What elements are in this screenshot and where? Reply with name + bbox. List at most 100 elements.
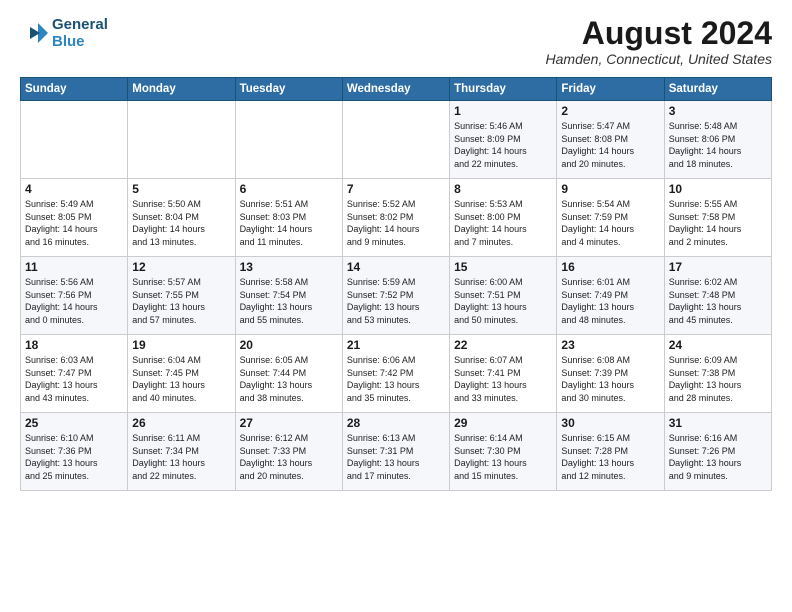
calendar-cell: 22Sunrise: 6:07 AMSunset: 7:41 PMDayligh… bbox=[450, 335, 557, 413]
calendar-page: General Blue August 2024 Hamden, Connect… bbox=[0, 0, 792, 501]
calendar-cell: 3 Sunrise: 5:48 AMSunset: 8:06 PMDaylight… bbox=[664, 101, 771, 179]
cell-content: Sunrise: 6:08 AMSunset: 7:39 PMDaylight:… bbox=[561, 354, 659, 404]
cell-content: Sunrise: 5:46 AMSunset: 8:09 PMDaylight:… bbox=[454, 120, 552, 170]
day-number: 5 bbox=[132, 182, 230, 196]
cell-content: Sunrise: 6:09 AMSunset: 7:38 PMDaylight:… bbox=[669, 354, 767, 404]
cell-content: Sunrise: 6:12 AMSunset: 7:33 PMDaylight:… bbox=[240, 432, 338, 482]
calendar-week-row: 1 Sunrise: 5:46 AMSunset: 8:09 PMDaylight… bbox=[21, 101, 772, 179]
day-number: 23 bbox=[561, 338, 659, 352]
weekday-header-wednesday: Wednesday bbox=[342, 78, 449, 101]
day-number: 1 bbox=[454, 104, 552, 118]
cell-content: Sunrise: 5:57 AMSunset: 7:55 PMDaylight:… bbox=[132, 276, 230, 326]
cell-content: Sunrise: 5:55 AMSunset: 7:58 PMDaylight:… bbox=[669, 198, 767, 248]
day-number: 21 bbox=[347, 338, 445, 352]
calendar-cell: 21Sunrise: 6:06 AMSunset: 7:42 PMDayligh… bbox=[342, 335, 449, 413]
day-number: 17 bbox=[669, 260, 767, 274]
weekday-header-tuesday: Tuesday bbox=[235, 78, 342, 101]
day-number: 14 bbox=[347, 260, 445, 274]
calendar-cell bbox=[235, 101, 342, 179]
calendar-cell: 29 Sunrise: 6:14 AMSunset: 7:30 PMDayligh… bbox=[450, 413, 557, 491]
month-year-title: August 2024 bbox=[546, 16, 772, 51]
weekday-header-saturday: Saturday bbox=[664, 78, 771, 101]
calendar-week-row: 4 Sunrise: 5:49 AMSunset: 8:05 PMDaylight… bbox=[21, 179, 772, 257]
day-number: 30 bbox=[561, 416, 659, 430]
weekday-header-row: SundayMondayTuesdayWednesdayThursdayFrid… bbox=[21, 78, 772, 101]
weekday-header-sunday: Sunday bbox=[21, 78, 128, 101]
calendar-cell: 6Sunrise: 5:51 AMSunset: 8:03 PMDaylight… bbox=[235, 179, 342, 257]
cell-content: Sunrise: 5:58 AMSunset: 7:54 PMDaylight:… bbox=[240, 276, 338, 326]
day-number: 3 bbox=[669, 104, 767, 118]
calendar-cell bbox=[21, 101, 128, 179]
cell-content: Sunrise: 5:48 AMSunset: 8:06 PMDaylight:… bbox=[669, 120, 767, 170]
calendar-cell bbox=[128, 101, 235, 179]
calendar-cell: 23 Sunrise: 6:08 AMSunset: 7:39 PMDayligh… bbox=[557, 335, 664, 413]
cell-content: Sunrise: 6:02 AMSunset: 7:48 PMDaylight:… bbox=[669, 276, 767, 326]
calendar-cell: 4 Sunrise: 5:49 AMSunset: 8:05 PMDaylight… bbox=[21, 179, 128, 257]
day-number: 16 bbox=[561, 260, 659, 274]
day-number: 24 bbox=[669, 338, 767, 352]
cell-content: Sunrise: 5:53 AMSunset: 8:00 PMDaylight:… bbox=[454, 198, 552, 248]
day-number: 27 bbox=[240, 416, 338, 430]
cell-content: Sunrise: 5:52 AMSunset: 8:02 PMDaylight:… bbox=[347, 198, 445, 248]
day-number: 29 bbox=[454, 416, 552, 430]
calendar-cell bbox=[342, 101, 449, 179]
cell-content: Sunrise: 6:11 AMSunset: 7:34 PMDaylight:… bbox=[132, 432, 230, 482]
calendar-cell: 18 Sunrise: 6:03 AMSunset: 7:47 PMDayligh… bbox=[21, 335, 128, 413]
calendar-cell: 11 Sunrise: 5:56 AMSunset: 7:56 PMDayligh… bbox=[21, 257, 128, 335]
day-number: 7 bbox=[347, 182, 445, 196]
weekday-header-monday: Monday bbox=[128, 78, 235, 101]
logo-text: General Blue bbox=[52, 16, 108, 51]
day-number: 28 bbox=[347, 416, 445, 430]
cell-content: Sunrise: 6:10 AMSunset: 7:36 PMDaylight:… bbox=[25, 432, 123, 482]
day-number: 26 bbox=[132, 416, 230, 430]
logo: General Blue bbox=[20, 16, 108, 51]
calendar-week-row: 25 Sunrise: 6:10 AMSunset: 7:36 PMDayligh… bbox=[21, 413, 772, 491]
cell-content: Sunrise: 6:00 AMSunset: 7:51 PMDaylight:… bbox=[454, 276, 552, 326]
day-number: 12 bbox=[132, 260, 230, 274]
calendar-cell: 10 Sunrise: 5:55 AMSunset: 7:58 PMDayligh… bbox=[664, 179, 771, 257]
calendar-cell: 5Sunrise: 5:50 AMSunset: 8:04 PMDaylight… bbox=[128, 179, 235, 257]
calendar-cell: 9 Sunrise: 5:54 AMSunset: 7:59 PMDaylight… bbox=[557, 179, 664, 257]
day-number: 20 bbox=[240, 338, 338, 352]
day-number: 15 bbox=[454, 260, 552, 274]
calendar-cell: 20 Sunrise: 6:05 AMSunset: 7:44 PMDayligh… bbox=[235, 335, 342, 413]
day-number: 22 bbox=[454, 338, 552, 352]
calendar-cell: 13Sunrise: 5:58 AMSunset: 7:54 PMDayligh… bbox=[235, 257, 342, 335]
day-number: 10 bbox=[669, 182, 767, 196]
cell-content: Sunrise: 5:49 AMSunset: 8:05 PMDaylight:… bbox=[25, 198, 123, 248]
calendar-cell: 8Sunrise: 5:53 AMSunset: 8:00 PMDaylight… bbox=[450, 179, 557, 257]
logo-icon bbox=[20, 19, 48, 47]
cell-content: Sunrise: 6:13 AMSunset: 7:31 PMDaylight:… bbox=[347, 432, 445, 482]
calendar-table: SundayMondayTuesdayWednesdayThursdayFrid… bbox=[20, 77, 772, 491]
calendar-cell: 14 Sunrise: 5:59 AMSunset: 7:52 PMDayligh… bbox=[342, 257, 449, 335]
weekday-header-friday: Friday bbox=[557, 78, 664, 101]
calendar-week-row: 18 Sunrise: 6:03 AMSunset: 7:47 PMDayligh… bbox=[21, 335, 772, 413]
day-number: 18 bbox=[25, 338, 123, 352]
calendar-cell: 15 Sunrise: 6:00 AMSunset: 7:51 PMDayligh… bbox=[450, 257, 557, 335]
day-number: 9 bbox=[561, 182, 659, 196]
cell-content: Sunrise: 5:54 AMSunset: 7:59 PMDaylight:… bbox=[561, 198, 659, 248]
day-number: 25 bbox=[25, 416, 123, 430]
cell-content: Sunrise: 5:59 AMSunset: 7:52 PMDaylight:… bbox=[347, 276, 445, 326]
cell-content: Sunrise: 6:03 AMSunset: 7:47 PMDaylight:… bbox=[25, 354, 123, 404]
day-number: 31 bbox=[669, 416, 767, 430]
day-number: 11 bbox=[25, 260, 123, 274]
cell-content: Sunrise: 5:56 AMSunset: 7:56 PMDaylight:… bbox=[25, 276, 123, 326]
cell-content: Sunrise: 6:01 AMSunset: 7:49 PMDaylight:… bbox=[561, 276, 659, 326]
calendar-cell: 25 Sunrise: 6:10 AMSunset: 7:36 PMDayligh… bbox=[21, 413, 128, 491]
calendar-cell: 27 Sunrise: 6:12 AMSunset: 7:33 PMDayligh… bbox=[235, 413, 342, 491]
location-subtitle: Hamden, Connecticut, United States bbox=[546, 51, 772, 67]
day-number: 4 bbox=[25, 182, 123, 196]
weekday-header-thursday: Thursday bbox=[450, 78, 557, 101]
calendar-cell: 16 Sunrise: 6:01 AMSunset: 7:49 PMDayligh… bbox=[557, 257, 664, 335]
header: General Blue August 2024 Hamden, Connect… bbox=[20, 16, 772, 67]
calendar-cell: 1 Sunrise: 5:46 AMSunset: 8:09 PMDaylight… bbox=[450, 101, 557, 179]
cell-content: Sunrise: 5:47 AMSunset: 8:08 PMDaylight:… bbox=[561, 120, 659, 170]
cell-content: Sunrise: 6:16 AMSunset: 7:26 PMDaylight:… bbox=[669, 432, 767, 482]
cell-content: Sunrise: 6:05 AMSunset: 7:44 PMDaylight:… bbox=[240, 354, 338, 404]
calendar-cell: 19 Sunrise: 6:04 AMSunset: 7:45 PMDayligh… bbox=[128, 335, 235, 413]
day-number: 19 bbox=[132, 338, 230, 352]
cell-content: Sunrise: 6:04 AMSunset: 7:45 PMDaylight:… bbox=[132, 354, 230, 404]
calendar-week-row: 11 Sunrise: 5:56 AMSunset: 7:56 PMDayligh… bbox=[21, 257, 772, 335]
cell-content: Sunrise: 6:14 AMSunset: 7:30 PMDaylight:… bbox=[454, 432, 552, 482]
